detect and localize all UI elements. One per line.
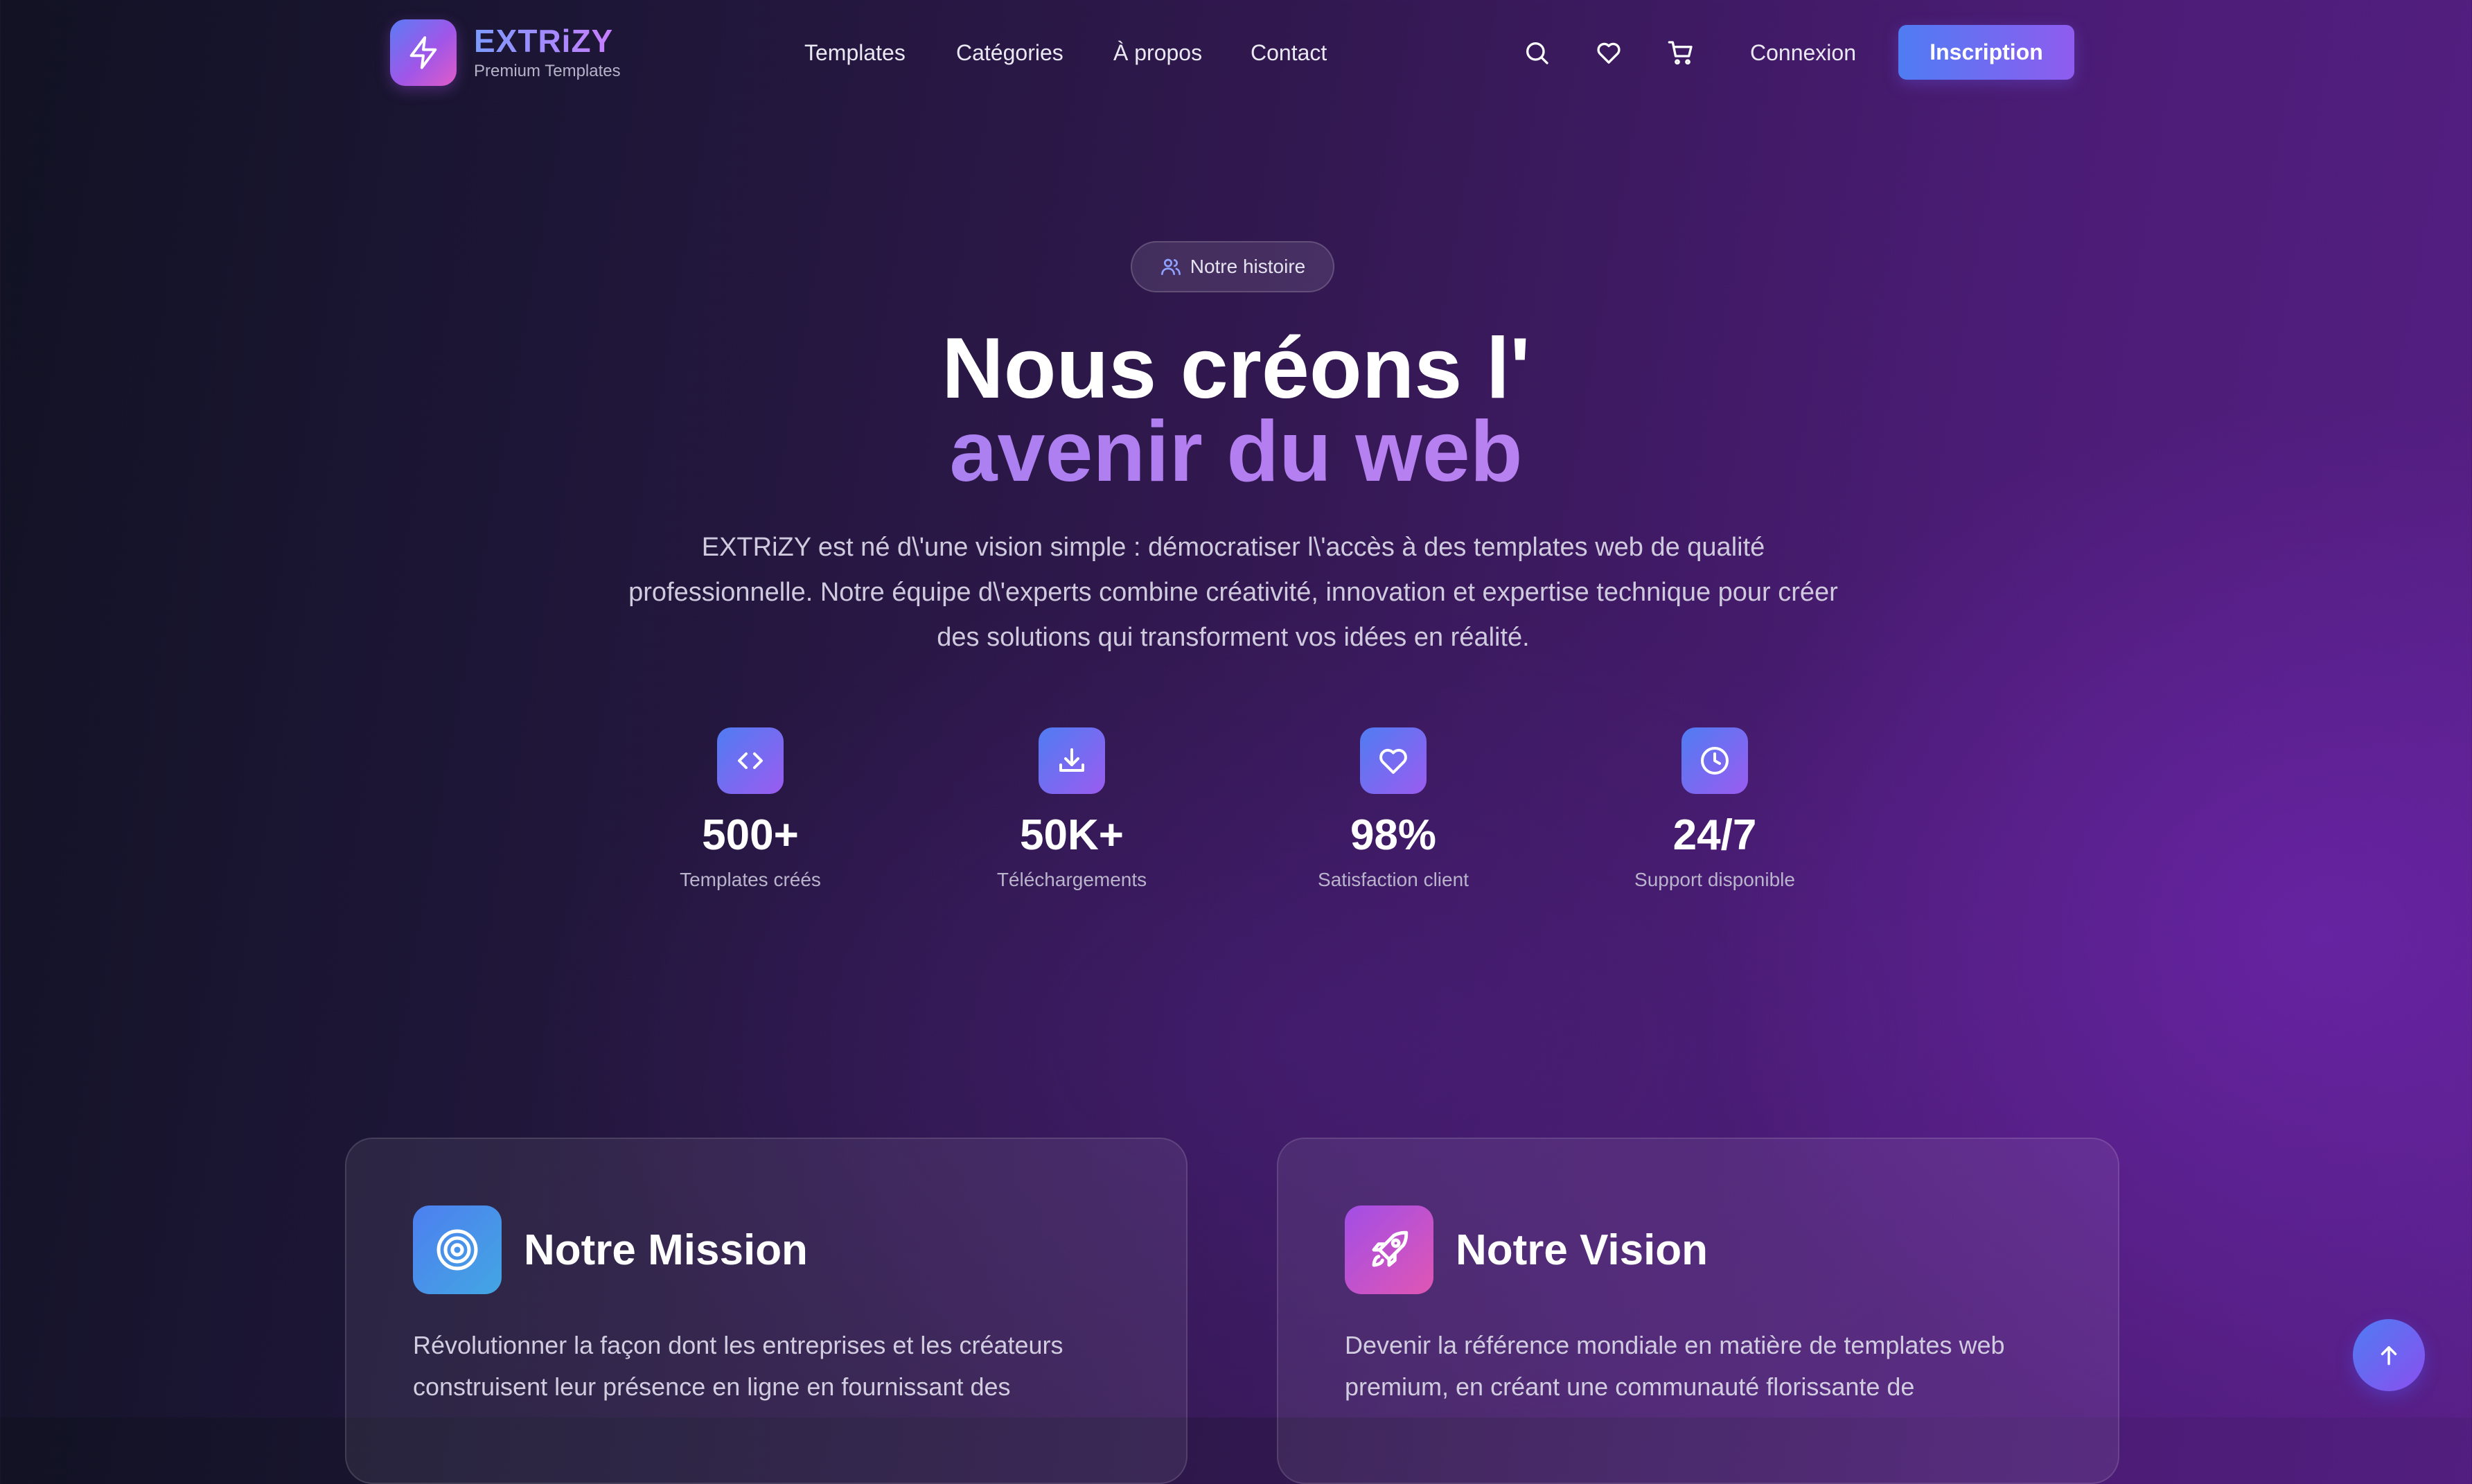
search-button[interactable]: [1519, 35, 1554, 70]
wishlist-button[interactable]: [1591, 35, 1626, 70]
stat-satisfaction-value: 98%: [1350, 811, 1437, 859]
stat-downloads-icon-box: [1039, 727, 1105, 794]
scroll-to-top-button[interactable]: [2353, 1319, 2425, 1391]
rocket-icon: [1372, 1230, 1409, 1267]
brand-logo[interactable]: [390, 19, 457, 86]
stat-templates-icon-box: [717, 727, 784, 794]
heart-icon: [1597, 42, 1621, 64]
hero-description: EXTRiZY est né d\'une vision simple : dé…: [628, 533, 1838, 652]
vision-card: [1277, 1138, 2119, 1484]
login-link[interactable]: Connexion: [1750, 39, 1856, 67]
users-icon: [1160, 258, 1181, 275]
stat-downloads-value: 50K+: [1020, 811, 1124, 859]
arrow-up-icon: [2381, 1346, 2397, 1366]
story-badge-label: Notre histoire: [1190, 256, 1306, 277]
lightning-bolt-icon: [409, 36, 437, 69]
search-icon: [1526, 42, 1548, 64]
stat-downloads-label: Téléchargements: [996, 869, 1147, 890]
stat-satisfaction-label: Satisfaction client: [1318, 869, 1469, 890]
stat-templates-value: 500+: [702, 811, 799, 859]
stat-support-value: 24/7: [1672, 811, 1757, 859]
nav-link-contact[interactable]: Contact: [1251, 39, 1327, 67]
mission-card: [345, 1138, 1188, 1484]
brand-name[interactable]: EXTRiZY: [474, 24, 613, 59]
story-badge: Notre histoire: [1131, 241, 1334, 292]
hero-title-line1: Nous créons l': [942, 321, 1530, 416]
code-icon: [738, 752, 763, 769]
cart-icon: [1668, 41, 1693, 65]
nav-link-categories[interactable]: Catégories: [956, 39, 1063, 67]
mission-icon-box: [413, 1205, 502, 1294]
signup-button[interactable]: Inscription: [1898, 25, 2074, 80]
download-icon: [1059, 748, 1084, 772]
nav-link-about[interactable]: À propos: [1113, 39, 1202, 67]
hero-title-line2: avenir du web: [0, 409, 2472, 495]
stat-templates-label: Templates créés: [680, 869, 821, 890]
brand-tagline: Premium Templates: [474, 62, 621, 80]
stat-support-label: Support disponible: [1634, 869, 1795, 890]
mission-title: Notre Mission: [524, 1226, 808, 1274]
nav-link-templates[interactable]: Templates: [804, 39, 906, 67]
heart-icon: [1379, 748, 1407, 774]
vision-icon-box: [1345, 1205, 1433, 1294]
mission-text: Révolutionner la façon dont les entrepri…: [413, 1331, 1063, 1401]
stat-satisfaction-icon-box: [1360, 727, 1427, 794]
target-icon: [436, 1229, 478, 1271]
cart-button[interactable]: [1663, 35, 1698, 70]
vision-title: Notre Vision: [1456, 1226, 1709, 1274]
stat-support-icon-box: [1681, 727, 1748, 794]
clock-icon: [1701, 747, 1729, 775]
vision-text: Devenir la référence mondiale en matière…: [1345, 1331, 2005, 1401]
